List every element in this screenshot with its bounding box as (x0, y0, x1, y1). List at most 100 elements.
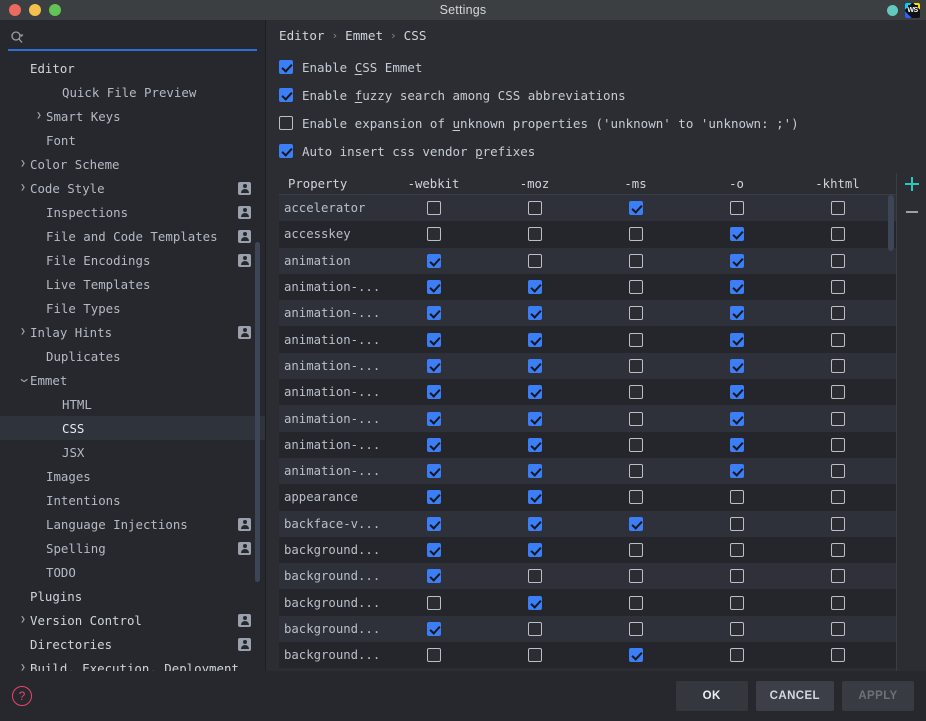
prefix-checkbox[interactable] (527, 516, 542, 531)
prefix-cell-webkit[interactable] (383, 332, 484, 347)
prefix-cell-ms[interactable] (585, 385, 686, 400)
prefix-cell-ms[interactable] (585, 648, 686, 663)
table-scrollbar[interactable] (888, 195, 894, 251)
prefix-checkbox[interactable] (426, 280, 441, 295)
cancel-button[interactable]: CANCEL (755, 681, 834, 711)
prefix-checkbox[interactable] (628, 253, 643, 268)
prefix-cell-o[interactable] (686, 253, 787, 268)
chevron-right-icon[interactable]: ❯ (16, 183, 30, 193)
prefix-checkbox[interactable] (527, 464, 542, 479)
option-row[interactable]: Enable fuzzy search among CSS abbreviati… (279, 81, 926, 109)
prefix-checkbox[interactable] (628, 358, 643, 373)
table-row[interactable]: accelerator (279, 195, 896, 222)
table-row[interactable]: background... (279, 536, 896, 564)
option-row[interactable]: Enable CSS Emmet (279, 53, 926, 81)
sidebar-item-jsx[interactable]: JSX (0, 440, 265, 464)
prefix-checkbox[interactable] (628, 411, 643, 426)
sidebar-item-html[interactable]: HTML (0, 392, 265, 416)
table-row[interactable]: animation-... (279, 273, 896, 301)
prefix-cell-o[interactable] (686, 437, 787, 452)
prefix-checkbox[interactable] (628, 464, 643, 479)
prefix-cell-moz[interactable] (484, 621, 585, 636)
prefix-cell-ms[interactable] (585, 490, 686, 505)
prefix-cell-moz[interactable] (484, 490, 585, 505)
chevron-right-icon[interactable]: ❯ (16, 327, 30, 337)
prefix-cell-ms[interactable] (585, 543, 686, 557)
prefix-cell-o[interactable] (686, 201, 787, 216)
prefix-checkbox[interactable] (729, 595, 744, 610)
prefix-checkbox[interactable] (628, 490, 643, 505)
prefix-checkbox[interactable] (830, 227, 845, 242)
prefix-cell-o[interactable] (686, 648, 787, 663)
prefix-checkbox[interactable] (830, 201, 845, 216)
prefix-checkbox[interactable] (426, 621, 441, 636)
prefix-cell-o[interactable] (686, 411, 787, 426)
prefix-checkbox[interactable] (426, 516, 441, 531)
prefix-checkbox[interactable] (527, 385, 542, 400)
prefix-checkbox[interactable] (426, 227, 441, 242)
prefix-checkbox[interactable] (729, 227, 744, 242)
prefix-checkbox[interactable] (426, 543, 441, 557)
prefix-cell-moz[interactable] (484, 648, 585, 663)
chevron-right-icon[interactable]: ❯ (16, 159, 30, 169)
prefix-checkbox[interactable] (628, 621, 643, 636)
prefix-checkbox[interactable] (830, 569, 845, 584)
prefix-cell-ms[interactable] (585, 516, 686, 531)
prefix-cell-moz[interactable] (484, 253, 585, 268)
prefix-cell-ms[interactable] (585, 411, 686, 426)
table-row[interactable]: animation-... (279, 431, 896, 458)
sidebar-scrollbar[interactable] (255, 242, 260, 582)
chevron-right-icon[interactable]: ❯ (32, 111, 46, 121)
prefix-cell-khtml[interactable] (787, 621, 888, 636)
prefix-checkbox[interactable] (527, 569, 542, 584)
prefix-cell-moz[interactable] (484, 227, 585, 242)
prefix-checkbox[interactable] (628, 280, 643, 295)
prefix-cell-webkit[interactable] (383, 411, 484, 426)
table-row[interactable]: animation-... (279, 326, 896, 353)
prefix-cell-khtml[interactable] (787, 437, 888, 452)
prefix-checkbox[interactable] (426, 437, 441, 452)
prefix-checkbox[interactable] (729, 358, 744, 373)
prefix-checkbox[interactable] (729, 411, 744, 426)
sidebar-item-live-templates[interactable]: Live Templates (0, 272, 265, 296)
prefix-cell-khtml[interactable] (787, 201, 888, 216)
prefix-cell-moz[interactable] (484, 332, 585, 347)
column-header-Property[interactable]: Property (279, 177, 383, 191)
table-row[interactable]: animation-... (279, 379, 896, 406)
sidebar-item-quick-file-preview[interactable]: Quick File Preview (0, 80, 265, 104)
remove-property-button[interactable] (903, 203, 921, 221)
prefix-checkbox[interactable] (830, 437, 845, 452)
table-row[interactable]: animation (279, 247, 896, 274)
prefix-checkbox[interactable] (830, 411, 845, 426)
table-row[interactable]: background... (279, 563, 896, 590)
sidebar-item-spelling[interactable]: Spelling (0, 536, 265, 560)
prefix-cell-ms[interactable] (585, 358, 686, 373)
prefix-checkbox[interactable] (628, 201, 643, 216)
prefix-checkbox[interactable] (830, 648, 845, 663)
prefix-cell-moz[interactable] (484, 569, 585, 584)
prefix-checkbox[interactable] (830, 490, 845, 505)
prefix-cell-webkit[interactable] (383, 490, 484, 505)
add-property-button[interactable] (903, 175, 921, 193)
prefix-checkbox[interactable] (628, 332, 643, 347)
option-checkbox[interactable] (279, 60, 293, 74)
prefix-checkbox[interactable] (729, 621, 744, 636)
sidebar-item-file-encodings[interactable]: File Encodings (0, 248, 265, 272)
sidebar-item-code-style[interactable]: ❯ Code Style (0, 176, 265, 200)
sidebar-item-color-scheme[interactable]: ❯ Color Scheme (0, 152, 265, 176)
prefix-checkbox[interactable] (830, 595, 845, 610)
chevron-down-icon[interactable]: ❯ (19, 373, 29, 387)
prefix-checkbox[interactable] (628, 595, 643, 610)
prefix-checkbox[interactable] (628, 385, 643, 400)
prefix-cell-o[interactable] (686, 595, 787, 610)
sidebar-item-inspections[interactable]: Inspections (0, 200, 265, 224)
prefix-checkbox[interactable] (830, 621, 845, 636)
table-row[interactable]: background... (279, 642, 896, 669)
breadcrumb-segment[interactable]: Emmet (345, 28, 383, 43)
prefix-cell-khtml[interactable] (787, 464, 888, 479)
prefix-cell-khtml[interactable] (787, 595, 888, 610)
table-row[interactable]: animation-... (279, 405, 896, 432)
prefix-checkbox[interactable] (527, 227, 542, 242)
prefix-checkbox[interactable] (426, 201, 441, 216)
table-row[interactable]: animation-... (279, 300, 896, 327)
